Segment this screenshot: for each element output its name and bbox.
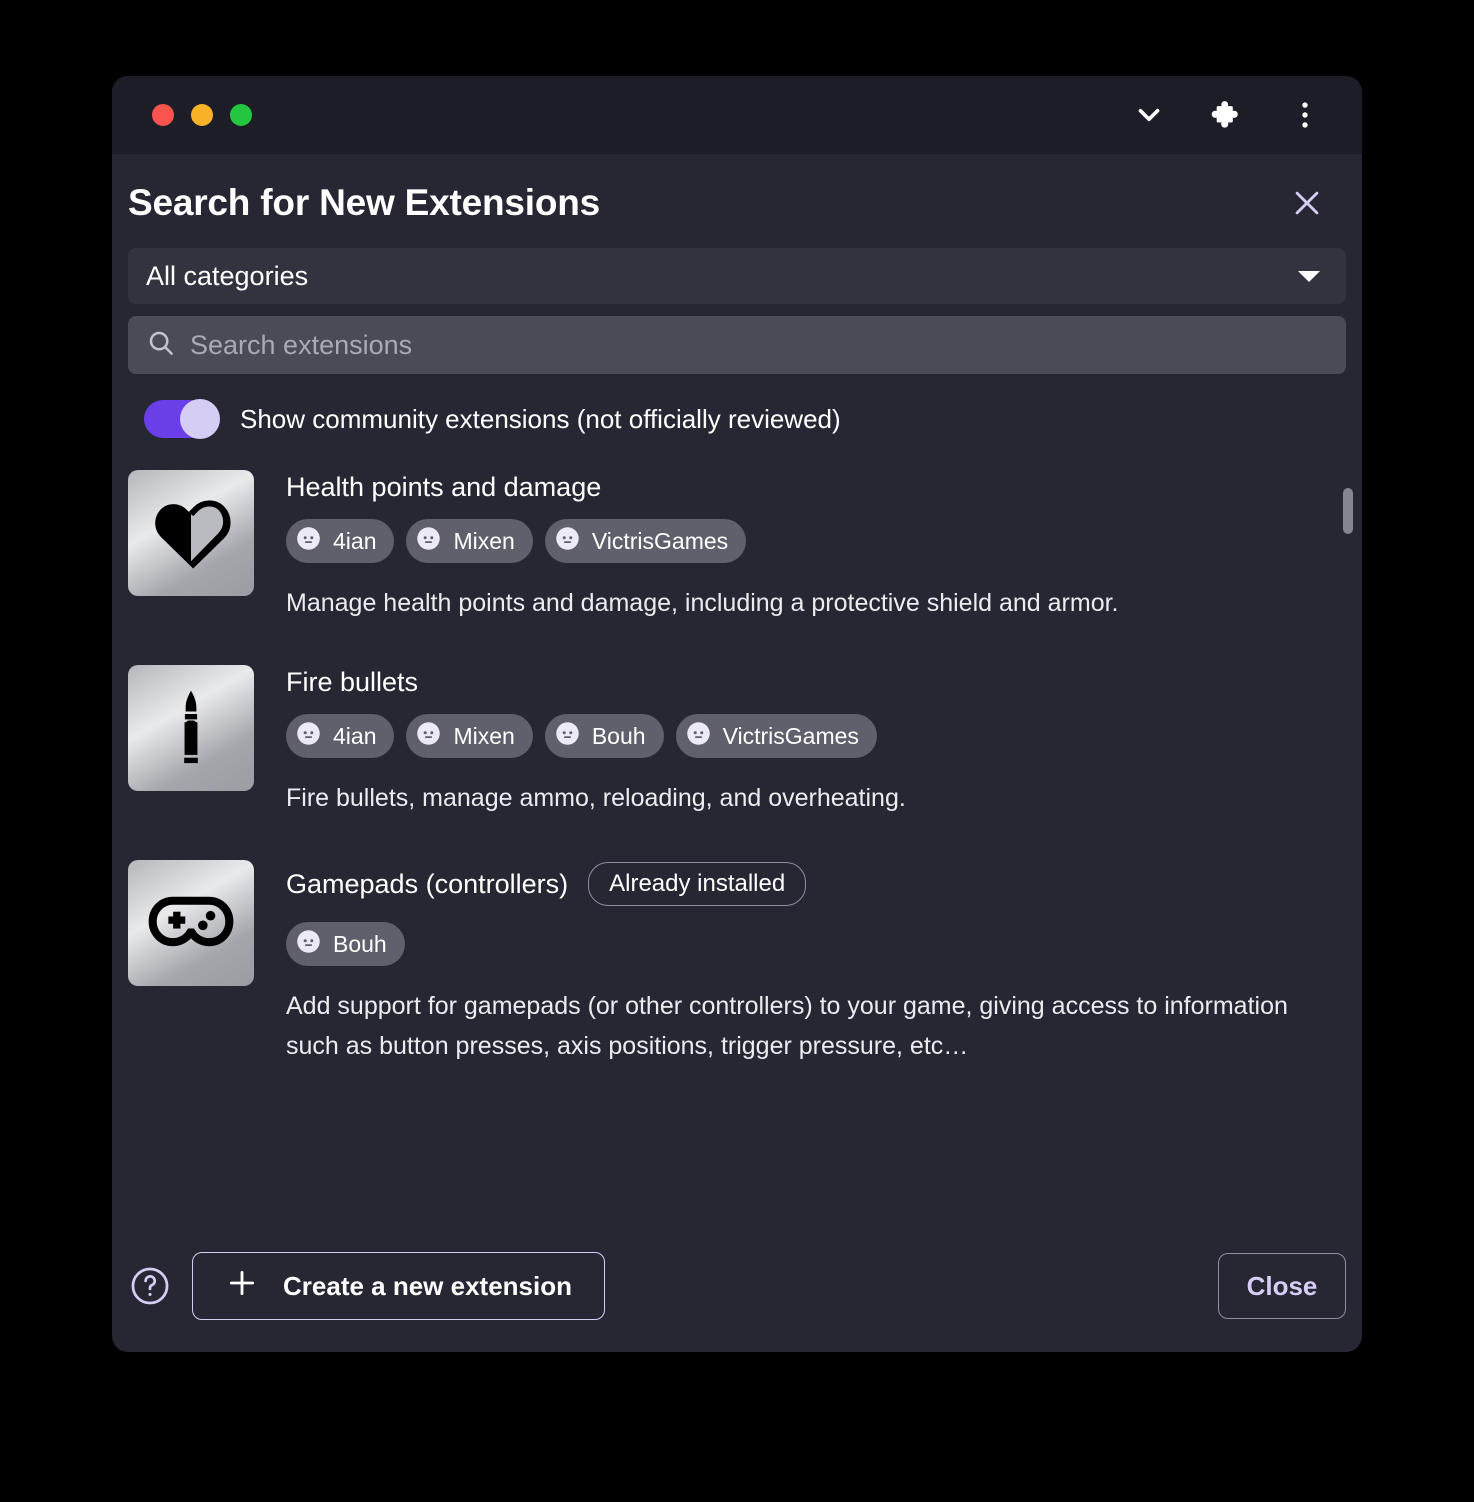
list-item[interactable]: Health points and damage 4ian Mixen xyxy=(128,470,1322,623)
list-item-body: Fire bullets 4ian Mixen Bo xyxy=(286,665,1322,818)
dialog-footer: Create a new extension Close xyxy=(112,1236,1362,1352)
community-toggle-label: Show community extensions (not officiall… xyxy=(240,404,841,435)
bullet-icon xyxy=(128,665,254,791)
status-badge: Already installed xyxy=(588,862,806,906)
create-new-extension-button[interactable]: Create a new extension xyxy=(192,1252,605,1320)
author-tags: Bouh xyxy=(286,922,1322,966)
author-name: 4ian xyxy=(333,528,376,555)
avatar-icon xyxy=(295,720,322,752)
author-name: Bouh xyxy=(592,723,646,750)
avatar-icon xyxy=(554,525,581,557)
close-icon[interactable] xyxy=(1286,182,1328,224)
extension-name: Fire bullets xyxy=(286,667,418,698)
extension-description: Fire bullets, manage ammo, reloading, an… xyxy=(286,778,1322,818)
author-name: Bouh xyxy=(333,931,387,958)
window-close-button[interactable] xyxy=(152,104,174,126)
author-name: Mixen xyxy=(453,528,514,555)
page-title: Search for New Extensions xyxy=(128,182,600,224)
author-tag[interactable]: Bouh xyxy=(286,922,405,966)
extension-description: Manage health points and damage, includi… xyxy=(286,583,1322,623)
author-tag[interactable]: Mixen xyxy=(406,519,532,563)
search-icon xyxy=(146,328,176,363)
author-tag[interactable]: VictrisGames xyxy=(676,714,877,758)
more-vertical-icon[interactable] xyxy=(1286,96,1324,134)
category-select-value: All categories xyxy=(146,261,1298,292)
author-tag[interactable]: 4ian xyxy=(286,519,394,563)
plus-icon xyxy=(225,1266,259,1307)
avatar-icon xyxy=(295,525,322,557)
category-select[interactable]: All categories xyxy=(128,248,1346,304)
window-titlebar xyxy=(112,76,1362,154)
puzzle-piece-icon[interactable] xyxy=(1208,96,1246,134)
traffic-light-controls xyxy=(152,104,252,126)
avatar-icon xyxy=(415,720,442,752)
author-tag[interactable]: 4ian xyxy=(286,714,394,758)
community-toggle-row: Show community extensions (not officiall… xyxy=(128,400,1346,438)
list-item[interactable]: Gamepads (controllers) Already installed… xyxy=(128,860,1322,1066)
list-item-title-row: Fire bullets xyxy=(286,667,1322,698)
titlebar-actions xyxy=(1130,96,1324,134)
extension-list-container: Health points and damage 4ian Mixen xyxy=(112,460,1362,1236)
heart-half-icon xyxy=(128,470,254,596)
extension-description: Add support for gamepads (or other contr… xyxy=(286,986,1322,1066)
avatar-icon xyxy=(554,720,581,752)
extension-name: Health points and damage xyxy=(286,472,601,503)
scrollbar-thumb[interactable] xyxy=(1343,488,1353,534)
filter-controls: All categories Show community extensions… xyxy=(112,234,1362,438)
author-name: 4ian xyxy=(333,723,376,750)
gamepad-icon xyxy=(128,860,254,986)
author-tags: 4ian Mixen Bouh VictrisGames xyxy=(286,714,1322,758)
avatar-icon xyxy=(685,720,712,752)
window-minimize-button[interactable] xyxy=(191,104,213,126)
dialog-header: Search for New Extensions xyxy=(112,154,1362,234)
author-tag[interactable]: Bouh xyxy=(545,714,664,758)
close-button[interactable]: Close xyxy=(1218,1253,1346,1319)
create-new-extension-label: Create a new extension xyxy=(283,1271,572,1302)
list-item-title-row: Health points and damage xyxy=(286,472,1322,503)
author-tag[interactable]: VictrisGames xyxy=(545,519,746,563)
author-tag[interactable]: Mixen xyxy=(406,714,532,758)
extensions-dialog-window: Search for New Extensions All categories… xyxy=(112,76,1362,1352)
extension-name: Gamepads (controllers) xyxy=(286,869,568,900)
author-name: VictrisGames xyxy=(723,723,859,750)
community-extensions-toggle[interactable] xyxy=(144,400,220,438)
search-input[interactable] xyxy=(190,330,1328,361)
chevron-down-icon[interactable] xyxy=(1130,96,1168,134)
list-item-body: Health points and damage 4ian Mixen xyxy=(286,470,1322,623)
window-maximize-button[interactable] xyxy=(230,104,252,126)
author-tags: 4ian Mixen VictrisGames xyxy=(286,519,1322,563)
avatar-icon xyxy=(295,928,322,960)
avatar-icon xyxy=(415,525,442,557)
help-circle-icon[interactable] xyxy=(128,1264,172,1308)
toggle-knob xyxy=(180,399,220,439)
author-name: VictrisGames xyxy=(592,528,728,555)
list-scrollbar[interactable] xyxy=(1343,470,1353,1228)
author-name: Mixen xyxy=(453,723,514,750)
search-field[interactable] xyxy=(128,316,1346,374)
list-item-body: Gamepads (controllers) Already installed… xyxy=(286,860,1322,1066)
chevron-down-icon xyxy=(1298,271,1320,282)
extension-list[interactable]: Health points and damage 4ian Mixen xyxy=(112,460,1362,1236)
list-item-title-row: Gamepads (controllers) Already installed xyxy=(286,862,1322,906)
list-item[interactable]: Fire bullets 4ian Mixen Bo xyxy=(128,665,1322,818)
